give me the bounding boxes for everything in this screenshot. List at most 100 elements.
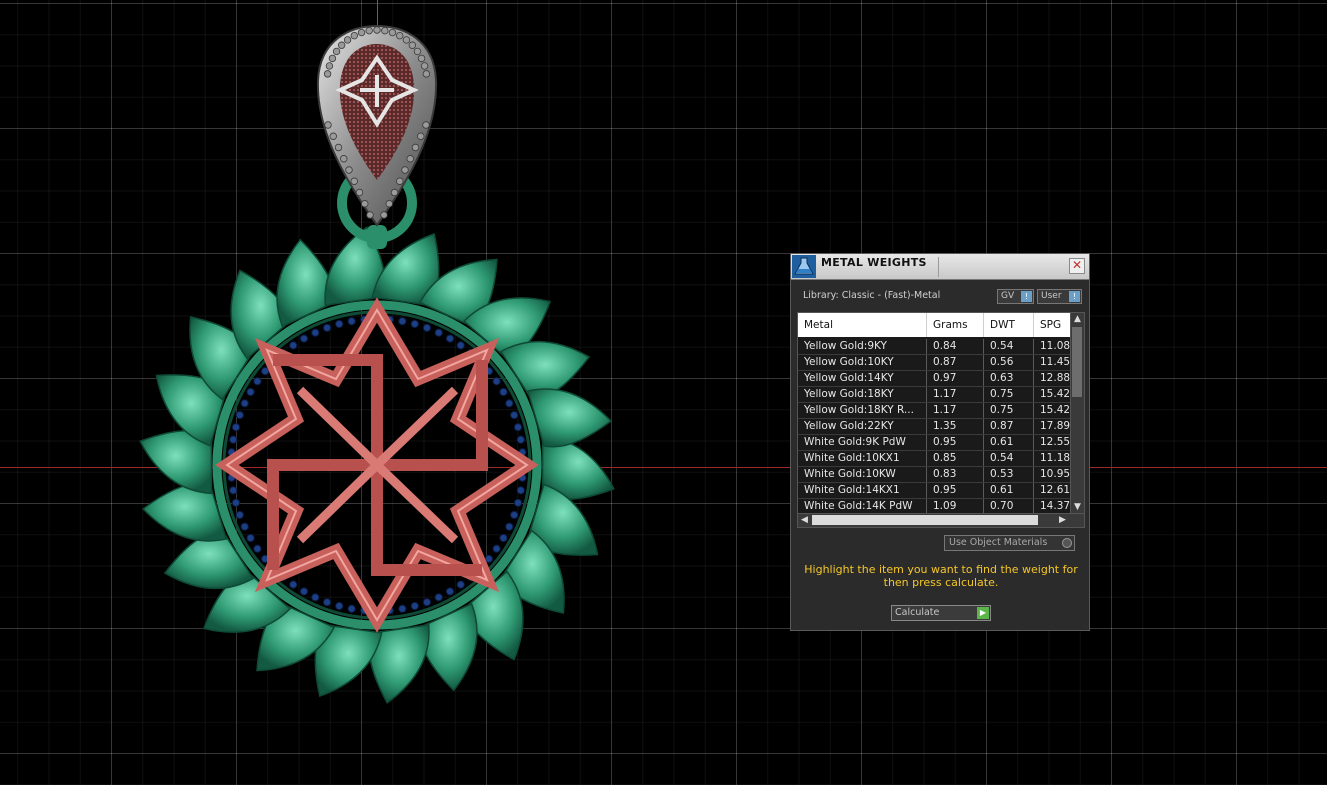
pendant-model[interactable] <box>120 20 640 730</box>
metal-table[interactable]: Metal Grams DWT SPG Yellow Gold:9KY 0.84 0… <box>797 312 1085 528</box>
user-dropdown[interactable]: User ! <box>1037 289 1082 304</box>
bead <box>253 544 262 553</box>
bead <box>484 554 493 563</box>
bail-bead <box>395 31 404 40</box>
bead <box>347 604 356 613</box>
bail-bead <box>366 211 374 219</box>
grams-cell: 0.85 <box>927 451 984 466</box>
table-row[interactable]: White Gold:10KW 0.83 0.53 10.95 <box>798 467 1072 483</box>
bead <box>235 410 244 420</box>
arrow-right-icon[interactable]: ▶ <box>1056 514 1069 527</box>
calculate-label: Calculate <box>895 607 940 618</box>
table-row[interactable]: Yellow Gold:18KY R... 1.17 0.75 15.42 <box>798 403 1072 419</box>
bead <box>289 580 298 589</box>
table-row[interactable]: Yellow Gold:22KY 1.35 0.87 17.89 <box>798 419 1072 435</box>
bead <box>499 387 508 397</box>
pendant-bail <box>316 24 438 227</box>
bail-bead <box>401 166 409 174</box>
table-row[interactable]: Yellow Gold:14KY 0.97 0.63 12.88 <box>798 371 1072 387</box>
grams-cell: 0.84 <box>927 339 984 354</box>
grams-cell: 0.87 <box>927 355 984 370</box>
column-header-dwt[interactable]: DWT <box>984 313 1034 337</box>
table-row[interactable]: White Gold:10KX1 0.85 0.54 11.18 <box>798 451 1072 467</box>
bead <box>505 399 514 408</box>
bead <box>505 522 514 531</box>
bail-bead <box>332 47 341 56</box>
bead <box>510 410 519 420</box>
dropdown-knob-icon: ! <box>1069 291 1080 302</box>
arrow-up-icon[interactable]: ▲ <box>1071 313 1084 326</box>
header-divider <box>938 257 939 277</box>
scrollbar-thumb[interactable] <box>1072 327 1082 397</box>
bail-bead <box>380 211 388 219</box>
dwt-cell: 0.54 <box>984 451 1034 466</box>
gv-dropdown[interactable]: GV ! <box>997 289 1034 304</box>
radio-icon <box>1062 538 1072 548</box>
panel-header[interactable]: METAL WEIGHTS ✕ <box>791 254 1089 280</box>
grams-cell: 0.83 <box>927 467 984 482</box>
bail-bead <box>334 143 343 152</box>
close-icon[interactable]: ✕ <box>1069 258 1085 274</box>
bead <box>229 435 238 444</box>
user-label: User <box>1041 291 1062 301</box>
bead <box>422 598 432 607</box>
flask-icon <box>792 255 816 278</box>
dwt-cell: 0.53 <box>984 467 1034 482</box>
bead <box>398 604 407 613</box>
grams-cell: 1.17 <box>927 403 984 418</box>
bead <box>513 498 523 507</box>
bail-bead <box>340 155 348 163</box>
panel-title: METAL WEIGHTS <box>821 256 927 269</box>
bail-bead <box>411 143 420 152</box>
bead <box>240 399 249 408</box>
metal-weights-panel[interactable]: METAL WEIGHTS ✕ Library: Classic - (Fast… <box>790 253 1090 631</box>
use-object-materials-label: Use Object Materials <box>949 537 1048 548</box>
table-row[interactable]: White Gold:9K PdW 0.95 0.61 12.55 <box>798 435 1072 451</box>
bead <box>231 423 241 432</box>
bead <box>434 593 443 602</box>
table-row[interactable]: Yellow Gold:18KY 1.17 0.75 15.42 <box>798 387 1072 403</box>
bail-bead <box>396 177 404 185</box>
bead <box>299 587 309 596</box>
table-row[interactable]: Yellow Gold:9KY 0.84 0.54 11.08 <box>798 339 1072 355</box>
bail-bead <box>324 121 332 129</box>
bead <box>253 377 262 386</box>
bead <box>445 587 455 596</box>
bead <box>246 387 255 397</box>
metal-cell: Yellow Gold:22KY <box>798 419 927 434</box>
arrow-left-icon[interactable]: ◀ <box>798 514 811 527</box>
column-header-metal[interactable]: Metal <box>798 313 927 337</box>
bail-bead <box>345 166 353 174</box>
flame-ray <box>526 388 613 448</box>
metal-cell: Yellow Gold:9KY <box>798 339 927 354</box>
bead <box>235 510 244 520</box>
dwt-cell: 0.70 <box>984 499 1034 514</box>
flame-ray <box>141 482 228 542</box>
bail-bead <box>350 177 358 185</box>
grams-cell: 1.09 <box>927 499 984 514</box>
bead <box>322 598 332 607</box>
bead <box>289 341 298 350</box>
bead <box>299 334 309 343</box>
calculate-button[interactable]: Calculate ▶ <box>891 605 991 621</box>
table-header: Metal Grams DWT SPG <box>798 313 1072 337</box>
metal-cell: White Gold:14K PdW <box>798 499 927 514</box>
table-row[interactable]: Yellow Gold:10KY 0.87 0.56 11.45 <box>798 355 1072 371</box>
bead <box>516 435 525 444</box>
bead <box>445 334 455 343</box>
metal-cell: Yellow Gold:10KY <box>798 355 927 370</box>
scrollbar-thumb[interactable] <box>812 515 1038 525</box>
bail-bead <box>420 62 429 70</box>
dwt-cell: 0.63 <box>984 371 1034 386</box>
horizontal-scrollbar[interactable]: ◀ ▶ <box>798 513 1084 527</box>
use-object-materials-toggle[interactable]: Use Object Materials <box>944 535 1075 551</box>
metal-cell: White Gold:9K PdW <box>798 435 927 450</box>
grams-cell: 0.95 <box>927 435 984 450</box>
bail-bead <box>343 36 352 44</box>
vertical-scrollbar[interactable]: ▲ ▼ <box>1070 313 1084 514</box>
bead <box>510 510 519 520</box>
column-header-grams[interactable]: Grams <box>927 313 984 337</box>
bail-bead <box>417 132 425 140</box>
table-row[interactable]: White Gold:14KX1 0.95 0.61 12.61 <box>798 483 1072 499</box>
dwt-cell: 0.75 <box>984 403 1034 418</box>
